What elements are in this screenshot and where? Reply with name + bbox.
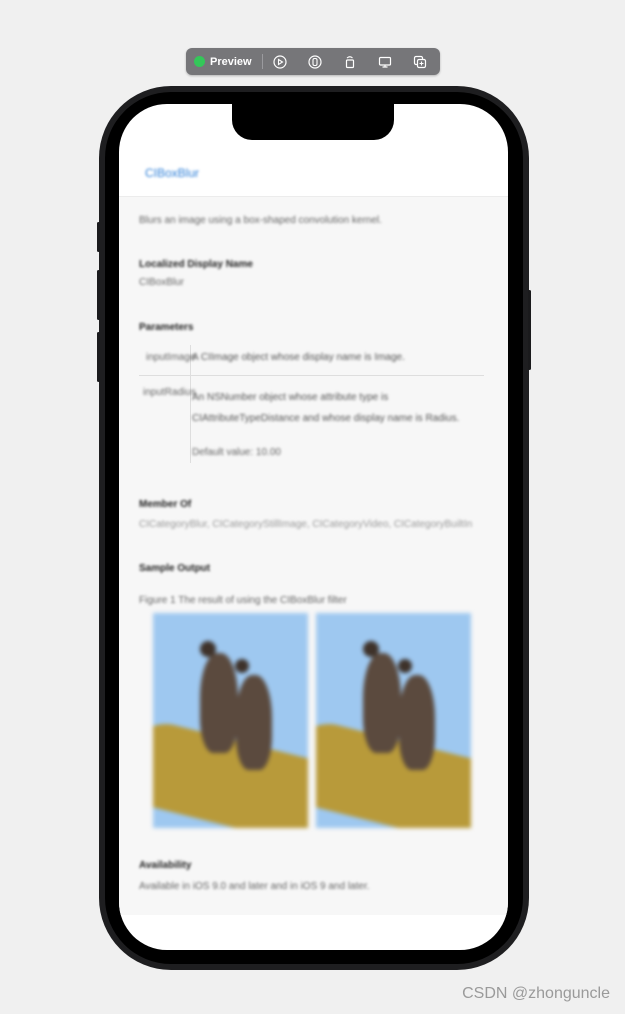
figure-caption: Figure 1 The result of using the CIBoxBl… [139, 595, 347, 606]
param-name-input-image: inputImage [146, 352, 196, 363]
param-desc-input-image: A CIImage object whose display name is I… [192, 352, 405, 363]
rotate-icon [345, 55, 355, 68]
duplicate-icon [413, 55, 427, 68]
availability-heading: Availability [139, 860, 192, 871]
rotate-button[interactable] [333, 48, 368, 75]
variants-button[interactable] [298, 48, 333, 75]
preview-toolbar: Preview [186, 48, 440, 75]
device-settings-icon [378, 56, 392, 68]
localized-name-value: CIBoxBlur [139, 277, 185, 288]
navigation-bar: CIBoxBlur [119, 156, 508, 197]
member-of-value: CICategoryBlur, CICategoryStillImage, CI… [139, 519, 473, 530]
device-screen: CIBoxBlur Blurs an image using a box-sha… [119, 104, 508, 950]
param-default-input-radius: Default value: 10.00 [192, 447, 281, 458]
localized-name-heading: Localized Display Name [139, 259, 253, 270]
sample-input-image [153, 613, 308, 828]
duplicate-button[interactable] [403, 48, 438, 75]
nav-title-link[interactable]: CIBoxBlur [145, 166, 199, 180]
param-desc-input-radius: An NSNumber object whose attribute type … [192, 392, 460, 424]
live-preview-button[interactable] [263, 48, 298, 75]
live-preview-icon [273, 54, 287, 69]
parameters-heading: Parameters [139, 322, 194, 333]
power-button [528, 290, 531, 370]
filter-summary: Blurs an image using a box-shaped convol… [139, 215, 382, 226]
side-button [97, 222, 100, 252]
watermark: CSDN @zhonguncle [462, 985, 610, 1002]
volume-up-button [97, 270, 100, 320]
variants-icon [308, 54, 322, 69]
sample-output-heading: Sample Output [139, 563, 211, 574]
param-name-input-radius: inputRadius [143, 387, 196, 398]
sample-output-image [316, 613, 471, 828]
member-of-heading: Member Of [139, 499, 192, 510]
notch [232, 104, 394, 140]
preview-button[interactable]: Preview [186, 48, 262, 75]
preview-label: Preview [210, 55, 252, 68]
documentation-content: Blurs an image using a box-shaped convol… [119, 197, 508, 915]
device-settings-button[interactable] [368, 48, 403, 75]
status-indicator [194, 56, 205, 67]
volume-down-button [97, 332, 100, 382]
availability-value: Available in iOS 9.0 and later and in iO… [139, 881, 370, 892]
